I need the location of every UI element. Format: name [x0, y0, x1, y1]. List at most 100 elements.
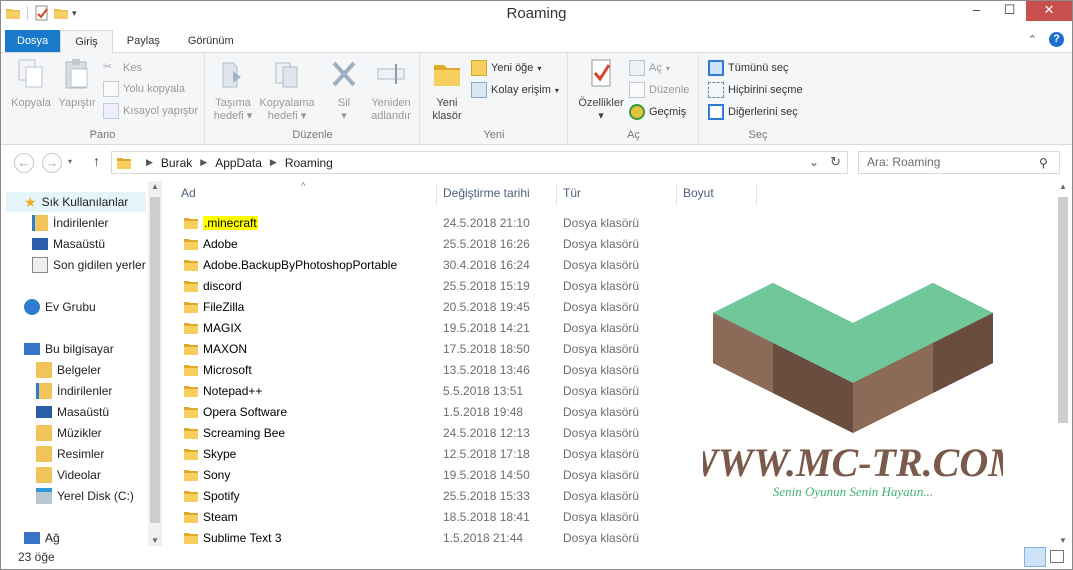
close-button[interactable]: ✕	[1026, 1, 1072, 21]
new-item-button[interactable]: Yeni öğe ▾	[471, 59, 541, 77]
column-type[interactable]: Tür	[563, 186, 581, 200]
nav-documents[interactable]: Belgeler	[36, 360, 101, 380]
address-bar[interactable]: ▶ Burak ▶ AppData ▶ Roaming ⌄ ↻	[111, 151, 848, 174]
nav-recent-places[interactable]: Son gidilen yerler	[32, 255, 146, 275]
table-row[interactable]: Spotify 25.5.2018 15:33 Dosya klasörü	[163, 486, 723, 507]
help-icon[interactable]: ?	[1049, 32, 1064, 47]
nav-pictures[interactable]: Resimler	[36, 444, 104, 464]
file-type: Dosya klasörü	[563, 489, 640, 503]
breadcrumb-separator[interactable]: ▶	[146, 157, 153, 168]
nav-scrollbar[interactable]: ▲ ▼	[148, 181, 162, 546]
nav-homegroup[interactable]: Ev Grubu	[24, 297, 96, 317]
content-scrollbar[interactable]: ▲ ▼	[1056, 181, 1070, 546]
breadcrumb-separator[interactable]: ▶	[270, 157, 277, 168]
rename-button[interactable]: Yeniden adlandır	[366, 57, 416, 123]
nav-this-pc[interactable]: Bu bilgisayar	[24, 339, 114, 359]
new-folder-button[interactable]: Yeni klasör	[427, 57, 467, 123]
delete-button[interactable]: Sil ▾	[322, 57, 366, 123]
file-type: Dosya klasörü	[563, 363, 640, 377]
file-date: 5.5.2018 13:51	[443, 384, 524, 398]
table-row[interactable]: FileZilla 20.5.2018 19:45 Dosya klasörü	[163, 297, 723, 318]
copy-button[interactable]: Kopyala	[9, 57, 53, 110]
maximize-button[interactable]: ☐	[993, 1, 1026, 21]
invert-selection-button[interactable]: Diğerlerini seç	[708, 103, 798, 121]
minimize-button[interactable]: –	[960, 1, 993, 21]
table-row[interactable]: Adobe.BackupByPhotoshopPortable 30.4.2018…	[163, 255, 723, 276]
file-type: Dosya klasörü	[563, 216, 640, 230]
up-icon[interactable]: ↑	[93, 153, 100, 169]
breadcrumb-burak[interactable]: Burak	[161, 156, 192, 170]
table-row[interactable]: Sublime Text 3 1.5.2018 21:44 Dosya klasör…	[163, 528, 723, 549]
column-size[interactable]: Boyut	[683, 186, 714, 200]
refresh-icon[interactable]: ↻	[830, 154, 841, 170]
nav-downloads[interactable]: İndirilenler	[32, 213, 108, 233]
tab-home[interactable]: Giriş	[60, 30, 113, 53]
select-all-button[interactable]: Tümünü seç	[708, 59, 789, 77]
column-date[interactable]: Değiştirme tarihi	[443, 186, 530, 200]
nav-music[interactable]: Müzikler	[36, 423, 102, 443]
breadcrumb-roaming[interactable]: Roaming	[285, 156, 333, 170]
tab-file[interactable]: Dosya	[5, 30, 61, 52]
breadcrumb-appdata[interactable]: AppData	[215, 156, 262, 170]
properties-button[interactable]: Özellikler ▾	[573, 57, 629, 123]
file-type: Dosya klasörü	[563, 237, 640, 251]
scroll-down-icon[interactable]: ▼	[151, 536, 159, 545]
scroll-thumb[interactable]	[150, 197, 160, 523]
search-input[interactable]: Ara: Roaming	[858, 151, 1060, 174]
ribbon: Kopyala Yapıştır ✂ Kes Yolu kopyala Kısay…	[1, 53, 1072, 145]
nav-desktop[interactable]: Masaüstü	[32, 234, 105, 254]
paste-shortcut-button[interactable]: Kısayol yapıştır	[103, 102, 198, 120]
table-row[interactable]: MAGIX 19.5.2018 14:21 Dosya klasörü	[163, 318, 723, 339]
open-button[interactable]: Aç ▾	[629, 59, 670, 77]
tab-view[interactable]: Görünüm	[174, 30, 248, 52]
scroll-up-icon[interactable]: ▲	[1059, 182, 1067, 191]
recent-locations-icon[interactable]: ▾	[68, 157, 72, 166]
forward-button[interactable]: →	[42, 153, 62, 173]
pictures-icon	[36, 446, 52, 462]
nav-favorites[interactable]: ★ Sık Kullanılanlar	[6, 192, 146, 212]
folder-icon	[184, 491, 198, 502]
address-dropdown-icon[interactable]: ⌄	[809, 155, 819, 169]
title-bar: ▾ Roaming – ☐ ✕	[1, 1, 1072, 28]
nav-pc-desktop[interactable]: Masaüstü	[36, 402, 109, 422]
table-row[interactable]: discord 25.5.2018 15:19 Dosya klasörü	[163, 276, 723, 297]
scroll-up-icon[interactable]: ▲	[151, 182, 159, 191]
select-none-button[interactable]: Hiçbirini seçme	[708, 81, 803, 99]
edit-button[interactable]: Düzenle	[629, 81, 689, 99]
table-row[interactable]: .minecraft 24.5.2018 21:10 Dosya klasörü	[163, 213, 723, 234]
easy-access-button[interactable]: Kolay erişim ▾	[471, 81, 559, 99]
cut-button[interactable]: ✂ Kes	[103, 59, 142, 77]
scroll-thumb[interactable]	[1058, 197, 1068, 423]
table-row[interactable]: Skype 12.5.2018 17:18 Dosya klasörü	[163, 444, 723, 465]
copy-to-button[interactable]: Kopyalama hedefi ▾	[258, 57, 316, 123]
table-row[interactable]: Microsoft 13.5.2018 13:46 Dosya klasörü	[163, 360, 723, 381]
tab-share[interactable]: Paylaş	[113, 30, 174, 52]
file-type: Dosya klasörü	[563, 531, 640, 545]
table-row[interactable]: Opera Software 1.5.2018 19:48 Dosya klasör…	[163, 402, 723, 423]
copy-path-button[interactable]: Yolu kopyala	[103, 80, 185, 98]
table-row[interactable]: Adobe 25.5.2018 16:26 Dosya klasörü	[163, 234, 723, 255]
large-icons-view-icon[interactable]	[1050, 550, 1064, 563]
search-icon[interactable]: ⚲	[1039, 156, 1048, 170]
nav-network[interactable]: Ağ	[24, 528, 60, 548]
homegroup-icon	[24, 299, 40, 315]
nav-videos[interactable]: Videolar	[36, 465, 101, 485]
table-row[interactable]: Screaming Bee 24.5.2018 12:13 Dosya klasör…	[163, 423, 723, 444]
nav-local-disk[interactable]: Yerel Disk (C:)	[36, 486, 134, 506]
move-to-button[interactable]: Taşıma hedefi ▾	[210, 57, 256, 123]
group-label: Pano	[89, 129, 116, 141]
table-row[interactable]: Notepad++ 5.5.2018 13:51 Dosya klasörü	[163, 381, 723, 402]
details-view-icon[interactable]	[1024, 547, 1046, 567]
table-row[interactable]: Steam 18.5.2018 18:41 Dosya klasörü	[163, 507, 723, 528]
column-name[interactable]: Ad	[181, 186, 196, 200]
nav-pc-downloads[interactable]: İndirilenler	[36, 381, 112, 401]
file-date: 24.5.2018 21:10	[443, 216, 530, 230]
history-button[interactable]: Geçmiş	[629, 103, 686, 121]
collapse-ribbon-icon[interactable]: ⌃	[1028, 33, 1037, 46]
table-row[interactable]: Sony 19.5.2018 14:50 Dosya klasörü	[163, 465, 723, 486]
breadcrumb-separator[interactable]: ▶	[200, 157, 207, 168]
paste-button[interactable]: Yapıştır	[55, 57, 99, 110]
table-row[interactable]: MAXON 17.5.2018 18:50 Dosya klasörü	[163, 339, 723, 360]
back-button[interactable]: ←	[14, 153, 34, 173]
scroll-down-icon[interactable]: ▼	[1059, 536, 1067, 545]
